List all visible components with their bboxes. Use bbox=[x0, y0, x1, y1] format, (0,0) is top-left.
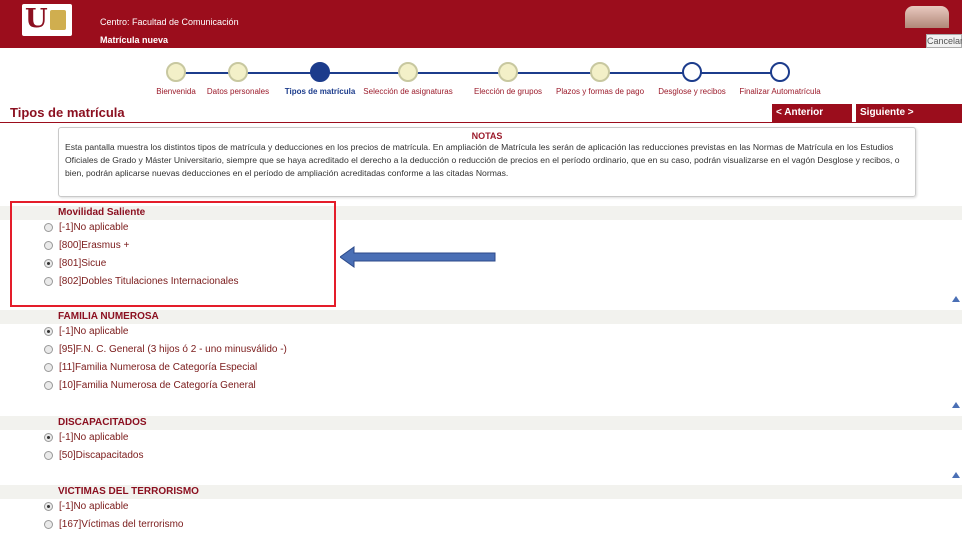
radio-label[interactable]: [-1]No aplicable bbox=[59, 501, 128, 512]
radio-button[interactable] bbox=[44, 433, 53, 442]
step-label-3[interactable]: Tipos de matrícula bbox=[285, 87, 356, 96]
radio-label[interactable]: [-1]No aplicable bbox=[59, 326, 128, 337]
step-circle-7[interactable] bbox=[682, 62, 702, 82]
centro-label: Centro: Facultad de Comunicación bbox=[100, 17, 239, 27]
radio-button[interactable] bbox=[44, 345, 53, 354]
notes-panel: NOTAS Esta pantalla muestra los distinto… bbox=[58, 127, 916, 197]
radio-label[interactable]: [167]Víctimas del terrorismo bbox=[59, 519, 184, 530]
radio-label[interactable]: [50]Discapacitados bbox=[59, 450, 144, 461]
radio-option[interactable]: [-1]No aplicable bbox=[44, 432, 128, 443]
university-logo: U bbox=[22, 4, 72, 36]
previous-button[interactable]: < Anterior bbox=[772, 104, 852, 122]
radio-label[interactable]: [95]F.N. C. General (3 hijos ó 2 - uno m… bbox=[59, 344, 287, 355]
radio-button[interactable] bbox=[44, 502, 53, 511]
step-label-5[interactable]: Elección de grupos bbox=[474, 87, 542, 96]
step-label-2[interactable]: Datos personales bbox=[207, 87, 269, 96]
avatar bbox=[905, 6, 949, 28]
section-title: VICTIMAS DEL TERRORISMO bbox=[58, 486, 199, 497]
step-label-7[interactable]: Desglose y recibos bbox=[658, 87, 726, 96]
notes-title: NOTAS bbox=[471, 131, 503, 141]
arrow-pointer-icon bbox=[340, 246, 496, 268]
radio-option[interactable]: [167]Víctimas del terrorismo bbox=[44, 519, 184, 530]
radio-option[interactable]: [-1]No aplicable bbox=[44, 501, 128, 512]
step-circle-6[interactable] bbox=[590, 62, 610, 82]
step-label-4[interactable]: Selección de asignaturas bbox=[363, 87, 452, 96]
radio-label[interactable]: [10]Familia Numerosa de Categoría Genera… bbox=[59, 380, 256, 391]
cancel-button[interactable]: Cancelar bbox=[926, 34, 962, 48]
radio-button[interactable] bbox=[44, 451, 53, 460]
section-title: FAMILIA NUMEROSA bbox=[58, 311, 159, 322]
radio-label[interactable]: [11]Familia Numerosa de Categoría Especi… bbox=[59, 362, 257, 373]
radio-option[interactable]: [50]Discapacitados bbox=[44, 450, 144, 461]
step-circle-3[interactable] bbox=[310, 62, 330, 82]
highlight-box bbox=[10, 201, 336, 307]
matricula-label: Matrícula nueva bbox=[100, 35, 169, 45]
app-header: U Centro: Facultad de Comunicación Matrí… bbox=[0, 0, 962, 48]
notes-text: Esta pantalla muestra los distintos tipo… bbox=[65, 142, 900, 178]
step-circle-2[interactable] bbox=[228, 62, 248, 82]
radio-option[interactable]: [95]F.N. C. General (3 hijos ó 2 - uno m… bbox=[44, 344, 287, 355]
radio-option[interactable]: [10]Familia Numerosa de Categoría Genera… bbox=[44, 380, 256, 391]
scroll-up-icon[interactable] bbox=[952, 296, 960, 302]
page-title: Tipos de matrícula bbox=[10, 105, 125, 120]
scroll-up-icon[interactable] bbox=[952, 402, 960, 408]
radio-button[interactable] bbox=[44, 381, 53, 390]
title-divider bbox=[0, 122, 962, 123]
step-circle-4[interactable] bbox=[398, 62, 418, 82]
radio-button[interactable] bbox=[44, 363, 53, 372]
step-circle-1[interactable] bbox=[166, 62, 186, 82]
radio-label[interactable]: [-1]No aplicable bbox=[59, 432, 128, 443]
step-label-8[interactable]: Finalizar Automatrícula bbox=[739, 87, 820, 96]
radio-option[interactable]: [11]Familia Numerosa de Categoría Especi… bbox=[44, 362, 257, 373]
step-label-1[interactable]: Bienvenida bbox=[156, 87, 196, 96]
step-circle-5[interactable] bbox=[498, 62, 518, 82]
radio-option[interactable]: [-1]No aplicable bbox=[44, 326, 128, 337]
scroll-up-icon[interactable] bbox=[952, 472, 960, 478]
step-circle-8[interactable] bbox=[770, 62, 790, 82]
step-label-6[interactable]: Plazos y formas de pago bbox=[556, 87, 644, 96]
radio-button[interactable] bbox=[44, 520, 53, 529]
next-button[interactable]: Siguiente > bbox=[856, 104, 962, 122]
radio-button[interactable] bbox=[44, 327, 53, 336]
section-title: DISCAPACITADOS bbox=[58, 417, 147, 428]
